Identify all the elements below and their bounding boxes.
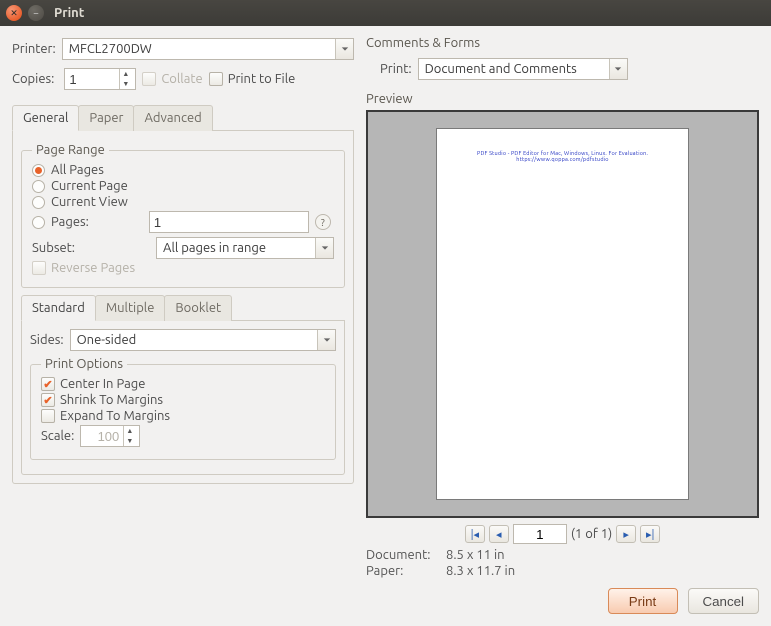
scale-label: Scale: bbox=[41, 429, 74, 443]
window-title: Print bbox=[54, 6, 84, 20]
chevron-down-icon bbox=[315, 238, 333, 258]
preview-watermark: PDF Studio - PDF Editor for Mac, Windows… bbox=[450, 151, 676, 163]
expand-to-margins-checkbox[interactable]: Expand To Margins bbox=[41, 409, 170, 423]
tab-advanced[interactable]: Advanced bbox=[133, 105, 212, 131]
chevron-down-icon bbox=[335, 39, 353, 59]
reverse-pages-checkbox: Reverse Pages bbox=[32, 261, 135, 275]
collate-checkbox: Collate bbox=[142, 72, 202, 86]
radio-current-view[interactable]: Current View bbox=[32, 195, 128, 209]
titlebar: ✕ – Print bbox=[0, 0, 771, 26]
chevron-down-icon bbox=[609, 59, 627, 79]
print-to-file-checkbox[interactable]: Print to File bbox=[209, 72, 296, 86]
scale-value bbox=[81, 426, 123, 446]
doc-size-value: 8.5 x 11 in bbox=[446, 548, 759, 562]
preview-page: PDF Studio - PDF Editor for Mac, Windows… bbox=[436, 128, 689, 500]
copies-value[interactable] bbox=[65, 69, 119, 89]
copies-label: Copies: bbox=[12, 72, 54, 86]
printer-combo[interactable]: MFCL2700DW bbox=[62, 38, 354, 60]
window-close-button[interactable]: ✕ bbox=[6, 5, 22, 21]
printer-label: Printer: bbox=[12, 42, 56, 56]
print-options-legend: Print Options bbox=[41, 357, 127, 371]
radio-current-page[interactable]: Current Page bbox=[32, 179, 128, 193]
preview-area: PDF Studio - PDF Editor for Mac, Windows… bbox=[366, 110, 759, 518]
comments-forms-title: Comments & Forms bbox=[366, 36, 759, 50]
paper-size-value: 8.3 x 11.7 in bbox=[446, 564, 759, 578]
scale-spinner: ▲▼ bbox=[80, 425, 140, 447]
subset-label: Subset: bbox=[32, 241, 150, 255]
subset-combo[interactable]: All pages in range bbox=[156, 237, 334, 259]
main-tabs: General Paper Advanced bbox=[12, 104, 354, 131]
doc-size-label: Document: bbox=[366, 548, 446, 562]
tab-multiple[interactable]: Multiple bbox=[95, 295, 166, 321]
shrink-to-margins-checkbox[interactable]: ✔Shrink To Margins bbox=[41, 393, 163, 407]
nav-page-input[interactable] bbox=[513, 524, 567, 544]
comments-combo[interactable]: Document and Comments bbox=[418, 58, 628, 80]
spinner-arrows-icon: ▲▼ bbox=[123, 426, 135, 446]
nav-next-button[interactable]: ▸ bbox=[616, 525, 636, 543]
window-minimize-button[interactable]: – bbox=[28, 5, 44, 21]
radio-pages[interactable]: Pages: bbox=[32, 215, 89, 229]
preview-info: Document: 8.5 x 11 in Paper: 8.3 x 11.7 … bbox=[366, 548, 759, 578]
tab-standard[interactable]: Standard bbox=[21, 295, 96, 321]
help-icon[interactable]: ? bbox=[315, 214, 331, 230]
copies-spinner[interactable]: ▲▼ bbox=[64, 68, 136, 90]
comments-print-label: Print: bbox=[380, 62, 412, 76]
page-range-fieldset: Page Range All Pages Current Page Curren… bbox=[21, 143, 345, 288]
spinner-arrows-icon[interactable]: ▲▼ bbox=[119, 69, 131, 89]
nav-last-button[interactable]: ▸| bbox=[640, 525, 660, 543]
cancel-button[interactable]: Cancel bbox=[688, 588, 760, 614]
tab-general[interactable]: General bbox=[12, 105, 79, 131]
nav-page-of: (1 of 1) bbox=[571, 527, 612, 541]
nav-prev-button[interactable]: ◂ bbox=[489, 525, 509, 543]
page-range-legend: Page Range bbox=[32, 143, 109, 157]
chevron-down-icon bbox=[317, 330, 335, 350]
paper-size-label: Paper: bbox=[366, 564, 446, 578]
nav-first-button[interactable]: |◂ bbox=[465, 525, 485, 543]
radio-all-pages[interactable]: All Pages bbox=[32, 163, 104, 177]
tab-booklet[interactable]: Booklet bbox=[164, 295, 232, 321]
preview-nav: |◂ ◂ (1 of 1) ▸ ▸| bbox=[366, 524, 759, 544]
printer-value: MFCL2700DW bbox=[69, 42, 152, 56]
sides-combo[interactable]: One-sided bbox=[70, 329, 336, 351]
layout-tabs: Standard Multiple Booklet bbox=[21, 294, 345, 321]
preview-title: Preview bbox=[366, 92, 759, 106]
print-options-fieldset: Print Options ✔Center In Page ✔Shrink To… bbox=[30, 357, 336, 460]
print-button[interactable]: Print bbox=[608, 588, 678, 614]
center-in-page-checkbox[interactable]: ✔Center In Page bbox=[41, 377, 145, 391]
tab-paper[interactable]: Paper bbox=[78, 105, 134, 131]
sides-label: Sides: bbox=[30, 333, 64, 347]
pages-input[interactable] bbox=[149, 211, 309, 233]
